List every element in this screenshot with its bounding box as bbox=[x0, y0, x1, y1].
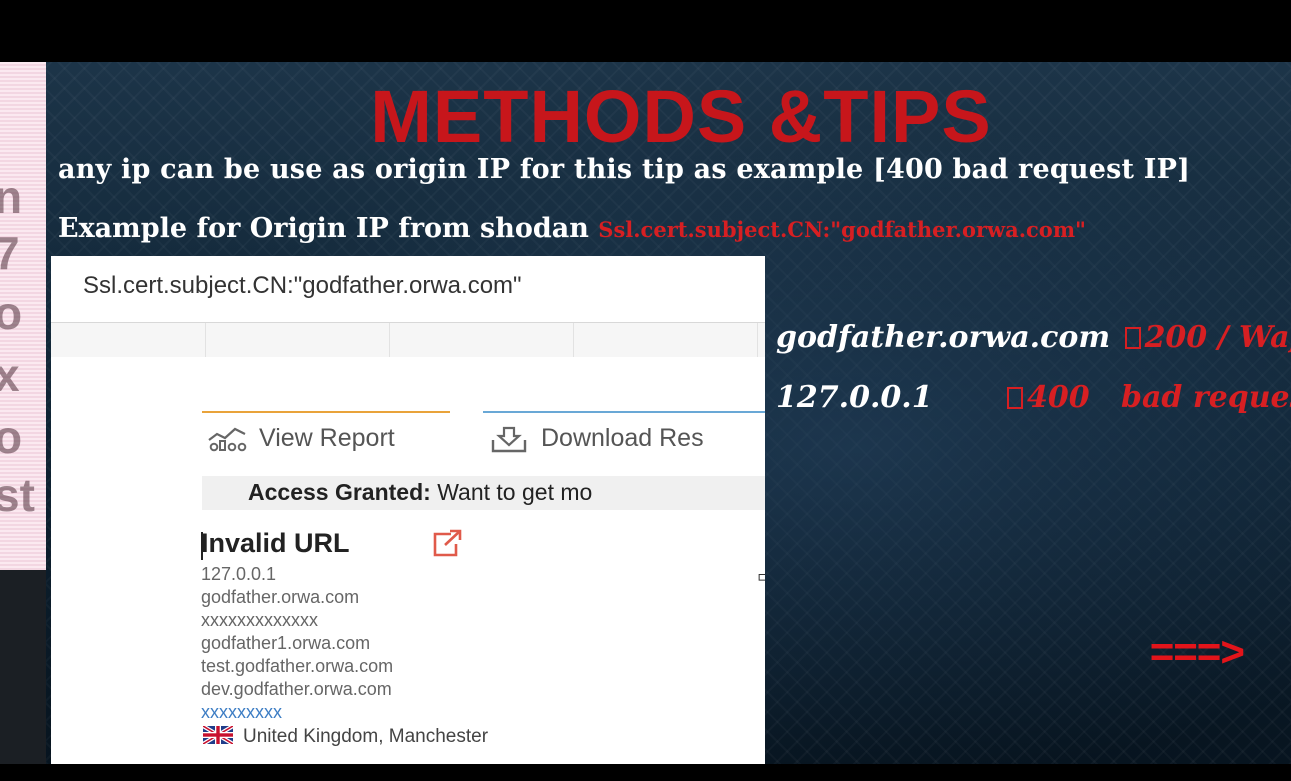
result2-host: 127.0.0.1 bbox=[776, 380, 933, 415]
arrow-placeholder-icon bbox=[1124, 327, 1141, 349]
example-text: Example for Origin IP from shodan Ssl.ce… bbox=[58, 213, 1086, 244]
hostname-item-link[interactable]: xxxxxxxxx bbox=[201, 701, 393, 724]
uk-flag-icon bbox=[203, 726, 233, 744]
bottom-black-bar bbox=[0, 764, 1291, 781]
example-prefix: Example for Origin IP from shodan bbox=[58, 213, 589, 244]
hostname-item: dev.godfather.orwa.com bbox=[201, 679, 392, 699]
search-query: Ssl.cert.subject.CN:"godfather.orwa.com" bbox=[83, 272, 522, 299]
side-glyph: o bbox=[0, 411, 23, 463]
access-banner-bold: Access Granted: bbox=[248, 479, 431, 505]
example-query: Ssl.cert.subject.CN:"godfather.orwa.com" bbox=[598, 217, 1086, 242]
download-icon bbox=[491, 426, 527, 453]
tab-download-results[interactable]: Download Res bbox=[541, 424, 704, 453]
hostname-item: 127.0.0.1 bbox=[201, 564, 277, 584]
presentation-slide: METHODS &TIPS any ip can be use as origi… bbox=[46, 62, 1291, 764]
side-dark-panel bbox=[0, 570, 46, 764]
result2-status: 400 bad request bbox=[1027, 380, 1291, 415]
hostname-item: godfather1.orwa.com bbox=[201, 633, 371, 653]
location-row: United Kingdom, Manchester bbox=[203, 726, 488, 748]
top-black-bar bbox=[0, 0, 1291, 62]
tab-indicator-download bbox=[483, 411, 765, 413]
result-line-origin: 127.0.0.1 400 bad request bbox=[776, 380, 1291, 415]
result-line-waf: godfather.orwa.com 200 / Waf bbox=[776, 320, 1291, 355]
side-glyph: n bbox=[0, 171, 23, 223]
chart-icon bbox=[208, 427, 247, 452]
external-link-icon[interactable] bbox=[429, 528, 463, 558]
hostname-item: xxxxxxxxxxxxx bbox=[201, 610, 318, 630]
tab-view-report[interactable]: View Report bbox=[259, 424, 395, 453]
access-granted-banner: Access Granted: Want to get mo bbox=[202, 476, 765, 510]
shodan-search-bar[interactable]: Ssl.cert.subject.CN:"godfather.orwa.com" bbox=[51, 256, 765, 323]
side-thumbnail: n 7 o x o st bbox=[0, 62, 46, 570]
result1-status: 200 / Waf bbox=[1144, 320, 1291, 355]
side-glyph: o bbox=[0, 287, 23, 339]
location-text: United Kingdom, Manchester bbox=[243, 726, 489, 747]
result-title[interactable]: Invalid URL bbox=[201, 528, 350, 559]
arrow-placeholder-icon bbox=[1007, 387, 1024, 409]
arrow-indicator: ===> bbox=[1149, 628, 1244, 675]
hostname-item: test.godfather.orwa.com bbox=[201, 656, 394, 676]
side-glyph: st bbox=[0, 469, 35, 521]
access-banner-text: Want to get mo bbox=[437, 479, 593, 505]
side-glyph: 7 bbox=[0, 227, 20, 279]
tip-text: any ip can be use as origin IP for this … bbox=[58, 154, 1191, 185]
side-glyph: x bbox=[0, 349, 20, 401]
shodan-header-grid bbox=[51, 323, 765, 357]
result1-host: godfather.orwa.com bbox=[776, 320, 1111, 355]
slide-title: METHODS &TIPS bbox=[370, 75, 992, 158]
shodan-screenshot: Ssl.cert.subject.CN:"godfather.orwa.com"… bbox=[51, 256, 765, 764]
hostname-list: 127.0.0.1 godfather.orwa.com xxxxxxxxxxx… bbox=[201, 563, 393, 724]
tab-indicator-report bbox=[202, 411, 450, 413]
clipped-icon: ▭ bbox=[757, 566, 765, 587]
hostname-item: godfather.orwa.com bbox=[201, 587, 360, 607]
